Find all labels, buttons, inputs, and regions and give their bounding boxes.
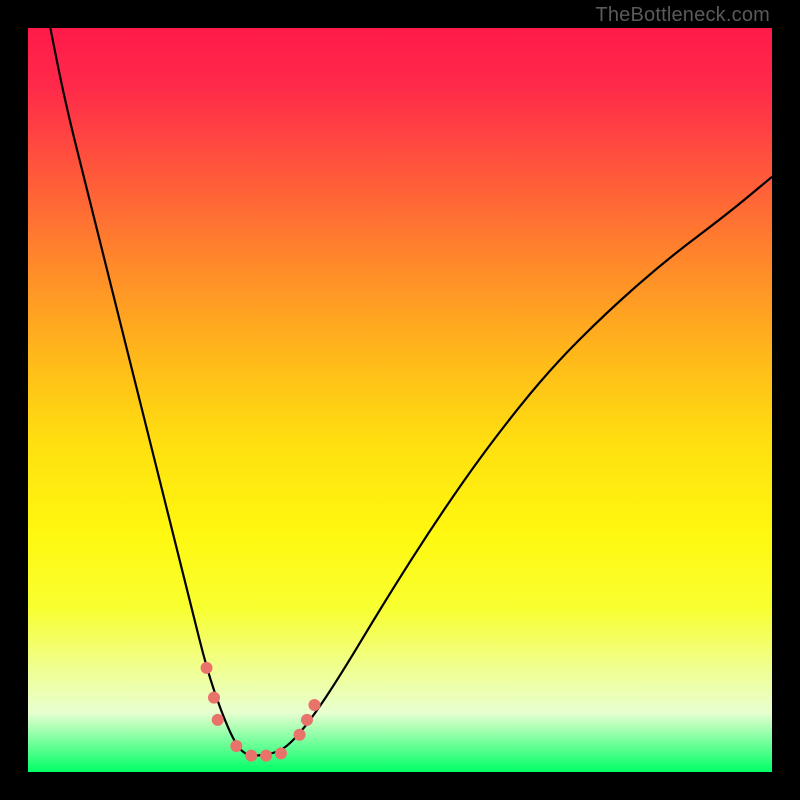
curve-marker [212,714,224,726]
chart-svg [28,28,772,772]
watermark-text: TheBottleneck.com [595,4,770,27]
curve-marker [275,747,287,759]
curve-marker [294,729,306,741]
chart-frame [28,28,772,772]
curve-marker [230,740,242,752]
curve-line [50,28,772,756]
curve-marker [308,699,320,711]
curve-markers [201,662,321,762]
curve-marker [245,750,257,762]
curve-marker [208,692,220,704]
curve-marker [201,662,213,674]
curve-marker [260,750,272,762]
curve-marker [301,714,313,726]
